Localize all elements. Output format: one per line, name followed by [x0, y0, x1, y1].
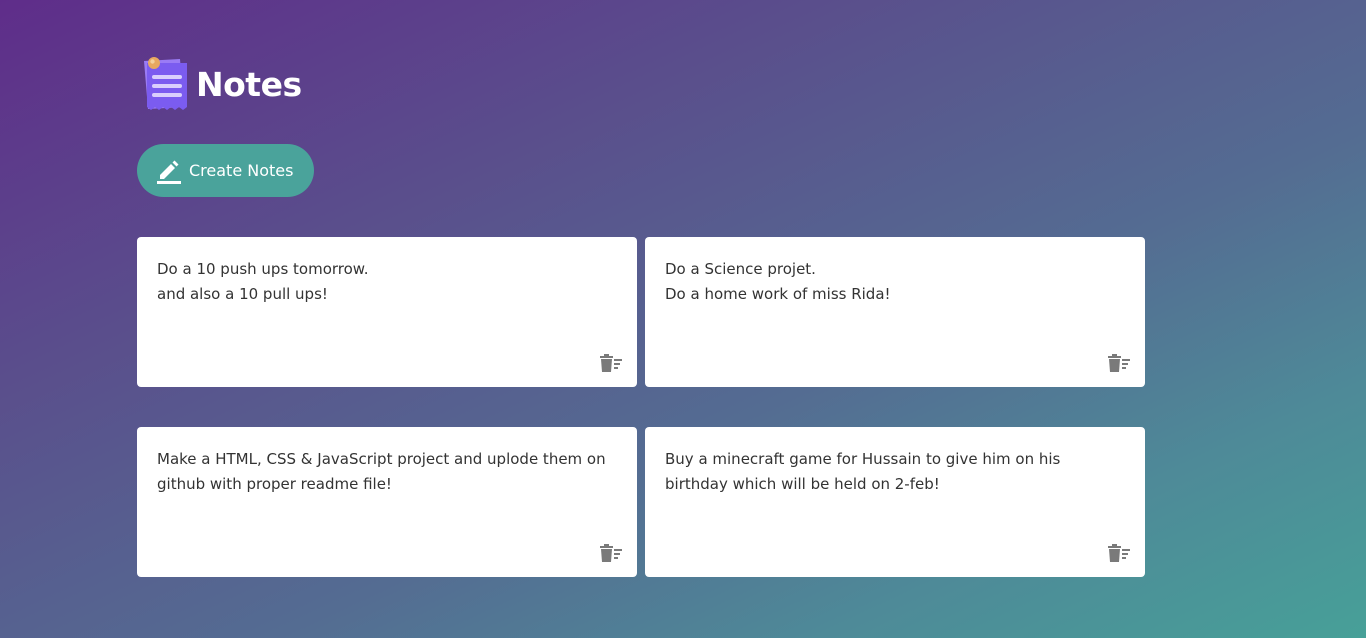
note-text[interactable]: Buy a minecraft game for Hussain to give… — [665, 447, 1125, 497]
pencil-icon — [156, 158, 182, 184]
note-card: Do a 10 push ups tomorrow. and also a 10… — [137, 237, 637, 387]
note-card: Make a HTML, CSS & JavaScript project an… — [137, 427, 637, 577]
delete-note-icon[interactable] — [1107, 543, 1131, 563]
delete-note-icon[interactable] — [599, 543, 623, 563]
note-text[interactable]: Do a 10 push ups tomorrow. and also a 10… — [157, 257, 617, 307]
note-card: Buy a minecraft game for Hussain to give… — [645, 427, 1145, 577]
page-title: Notes — [196, 64, 302, 104]
create-notes-label: Create Notes — [189, 161, 294, 180]
note-card: Do a Science projet. Do a home work of m… — [645, 237, 1145, 387]
notepad-icon — [140, 55, 192, 113]
note-text[interactable]: Do a Science projet. Do a home work of m… — [665, 257, 1125, 307]
create-notes-button[interactable]: Create Notes — [137, 144, 314, 197]
delete-note-icon[interactable] — [599, 353, 623, 373]
delete-note-icon[interactable] — [1107, 353, 1131, 373]
app-header: Notes — [140, 54, 302, 114]
note-text[interactable]: Make a HTML, CSS & JavaScript project an… — [157, 447, 617, 497]
